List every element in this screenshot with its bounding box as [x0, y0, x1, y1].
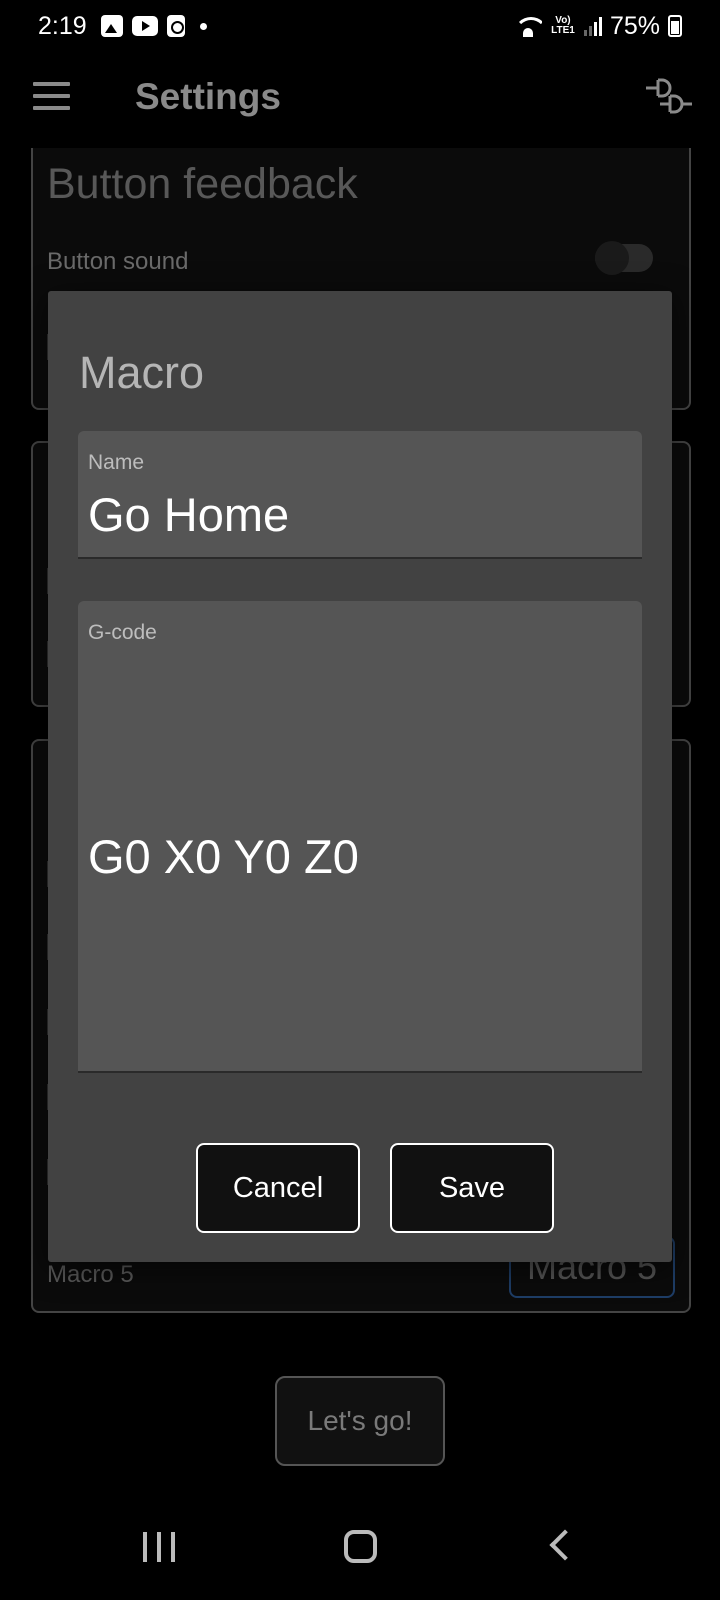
back-icon[interactable] [549, 1529, 581, 1561]
name-field[interactable]: Name Go Home [78, 431, 642, 559]
signal-icon [583, 16, 602, 36]
more-notifications-icon [199, 22, 207, 30]
macro5-label: Macro 5 [47, 1261, 134, 1288]
section-title: Button feedback [47, 160, 358, 208]
button-sound-toggle[interactable] [595, 241, 653, 275]
dialog-title: Macro [79, 347, 205, 398]
gcode-field-value[interactable]: G0 X0 Y0 Z0 [88, 829, 359, 884]
page-title: Settings [135, 76, 281, 117]
button-sound-label: Button sound [47, 248, 189, 275]
cancel-button[interactable]: Cancel [196, 1143, 360, 1233]
battery-percent: 75% [609, 11, 660, 40]
youtube-icon [131, 16, 158, 36]
system-icons: Vo) LTE1 75% [513, 11, 682, 41]
lte-icon: Vo) LTE1 [551, 15, 575, 36]
gcode-field[interactable]: G-code G0 X0 Y0 Z0 [78, 601, 642, 1073]
macro-dialog: Macro Name Go Home G-code G0 X0 Y0 Z0 Ca… [48, 291, 672, 1262]
connect-icon[interactable] [640, 76, 694, 120]
name-field-label: Name [88, 451, 145, 474]
clock-app-icon [166, 15, 185, 37]
home-icon[interactable] [344, 1530, 377, 1563]
name-field-value[interactable]: Go Home [88, 487, 289, 542]
save-button[interactable]: Save [390, 1143, 554, 1233]
gcode-field-label: G-code [88, 621, 157, 644]
status-time: 2:19 [38, 11, 87, 40]
lets-go-button[interactable]: Let's go! [275, 1376, 445, 1466]
gallery-icon [100, 15, 123, 37]
notification-icons [100, 15, 207, 37]
status-bar: 2:19 Vo) LTE1 75% [0, 0, 720, 52]
navigation-bar [0, 1500, 720, 1600]
menu-icon[interactable] [33, 82, 70, 110]
wifi-icon [513, 15, 542, 37]
recents-icon[interactable] [143, 1532, 175, 1562]
battery-icon [668, 15, 682, 37]
app-bar: Settings [0, 52, 720, 148]
